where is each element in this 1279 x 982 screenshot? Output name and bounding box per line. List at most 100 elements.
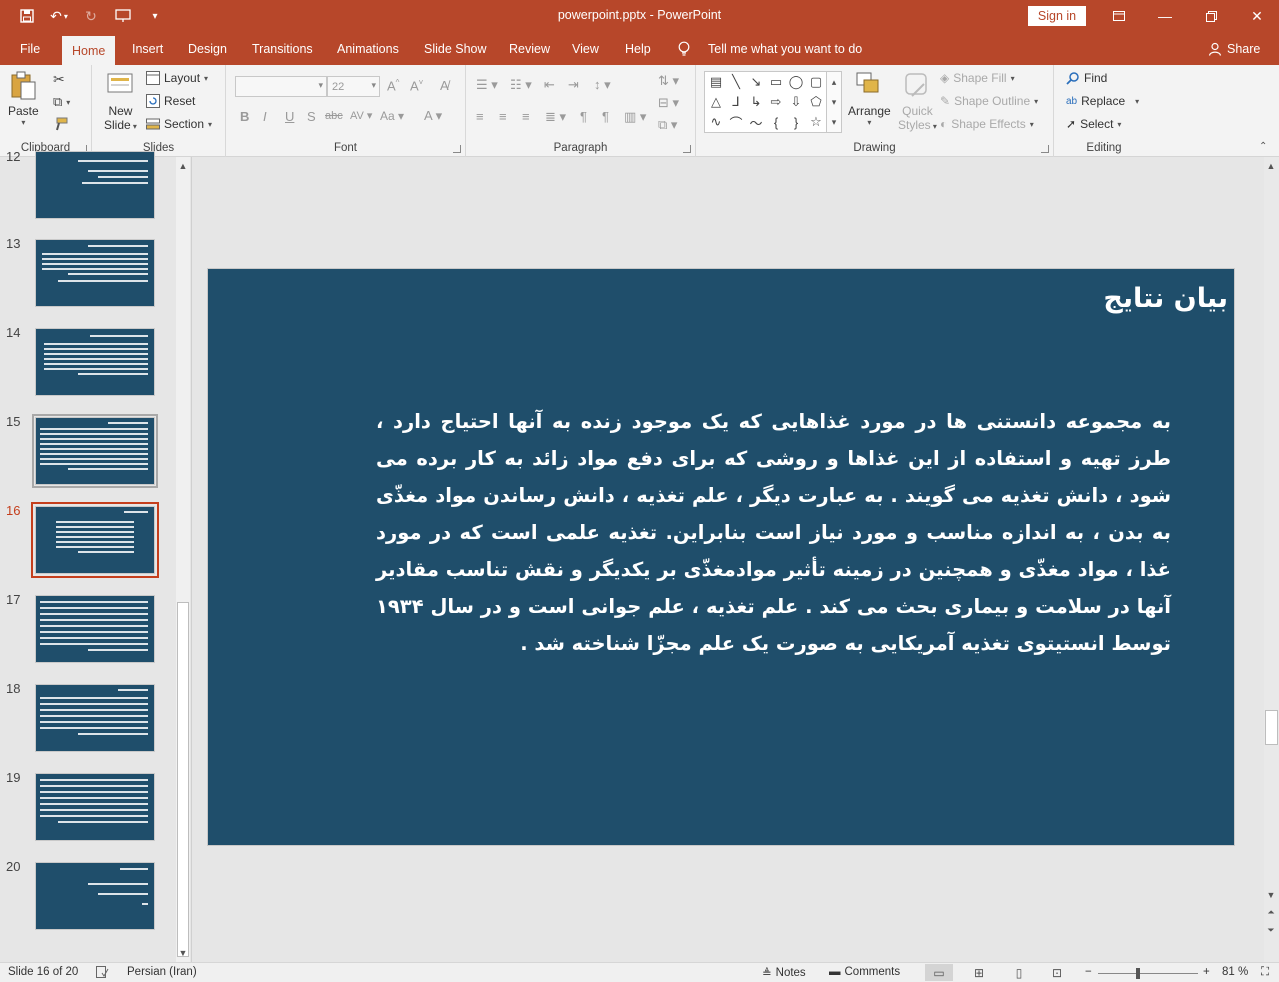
triangle-shape-icon[interactable]: △ [711, 94, 721, 110]
columns-icon[interactable]: ▥ ▾ [624, 109, 646, 125]
new-slide-button[interactable]: New Slide ▾ [104, 70, 137, 132]
close-icon[interactable]: ✕ [1234, 0, 1279, 32]
reset-button[interactable]: Reset [146, 94, 195, 108]
slideshow-view-icon[interactable]: ⊡ [1043, 964, 1071, 981]
elbow-arrow-shape-icon[interactable]: ↳ [751, 94, 762, 110]
spelling-icon[interactable] [96, 966, 109, 978]
notes-button[interactable]: ≜ Notes [762, 966, 806, 980]
change-case-icon[interactable]: Aa ▾ [380, 109, 404, 123]
freeform-shape-icon[interactable]: ⬠ [810, 94, 821, 110]
sign-in-button[interactable]: Sign in [1028, 6, 1086, 26]
slide-thumbnail-19[interactable] [35, 773, 155, 841]
elbow-connector-shape-icon[interactable]: ⅃ [732, 94, 739, 110]
slide-sorter-icon[interactable]: ⊞ [965, 964, 993, 981]
find-button[interactable]: Find [1066, 71, 1107, 85]
zoom-out-icon[interactable]: − [1085, 966, 1092, 978]
zoom-slider-handle[interactable] [1136, 968, 1140, 979]
curve-shape-icon[interactable]: ∿ [711, 114, 722, 130]
tab-review[interactable]: Review [509, 32, 550, 65]
quick-styles-button[interactable]: Quick Styles ▾ [898, 70, 937, 132]
tab-insert[interactable]: Insert [132, 32, 163, 65]
save-icon[interactable] [16, 6, 38, 26]
slide-thumbnail-16[interactable] [31, 502, 159, 578]
zoom-slider[interactable] [1098, 973, 1198, 974]
font-launcher-icon[interactable] [453, 145, 461, 153]
current-slide[interactable]: بیان نتایج به مجموعه دانستنی ها در مورد … [207, 268, 1235, 846]
font-size-dropdown[interactable]: 22 ▾ [327, 76, 380, 97]
line-spacing-icon[interactable]: ↕ ▾ [594, 77, 611, 93]
slide-thumbnail-12[interactable] [35, 151, 155, 219]
down-arrow-shape-icon[interactable]: ⇩ [791, 94, 802, 110]
numbering-icon[interactable]: ☷ ▾ [510, 77, 532, 93]
slide-thumbnail-15[interactable] [32, 414, 158, 488]
redo-icon[interactable]: ↻ [80, 6, 102, 26]
share-button[interactable]: Share [1208, 32, 1260, 65]
character-spacing-icon[interactable]: AV ▾ [350, 109, 372, 122]
shape-effects-button[interactable]: ◐ Shape Effects ▾ [940, 117, 1034, 131]
tab-help[interactable]: Help [625, 32, 651, 65]
rtl-icon[interactable]: ¶ [602, 109, 609, 124]
layout-button[interactable]: Layout ▾ [146, 71, 208, 85]
comments-button[interactable]: ▬ Comments [829, 966, 900, 978]
editor-scroll-thumb[interactable] [1265, 710, 1278, 745]
normal-view-icon[interactable]: ▭ [925, 964, 953, 981]
font-family-dropdown[interactable]: ▾ [235, 76, 327, 97]
shape-outline-button[interactable]: ✎ Shape Outline ▾ [940, 94, 1038, 108]
decrease-font-icon[interactable]: A˅ [410, 78, 423, 93]
slide-thumbnail-18[interactable] [35, 684, 155, 752]
line-shape-icon[interactable]: ╲ [732, 74, 740, 90]
restore-icon[interactable] [1188, 0, 1234, 32]
slide-title[interactable]: بیان نتایج [1103, 283, 1228, 314]
minimize-icon[interactable]: — [1142, 0, 1188, 32]
cut-button[interactable]: ✂ [53, 71, 65, 88]
left-brace-shape-icon[interactable]: { [774, 115, 778, 130]
tab-file[interactable]: File [20, 32, 40, 65]
justify-icon[interactable]: ≣ ▾ [545, 109, 566, 125]
increase-indent-icon[interactable]: ⇥ [568, 77, 579, 93]
textbox-shape-icon[interactable]: ▤ [710, 74, 722, 90]
fit-slide-icon[interactable]: ⛶ [1261, 966, 1269, 979]
zoom-in-icon[interactable]: + [1203, 966, 1210, 978]
undo-icon[interactable]: ↶ ▾ [48, 6, 70, 26]
rectangle-shape-icon[interactable]: ▭ [770, 74, 782, 90]
scroll-down-icon[interactable]: ▼ [1264, 890, 1278, 900]
align-left-icon[interactable]: ≡ [476, 109, 484, 124]
text-shadow-icon[interactable]: S [307, 109, 316, 124]
star-shape-icon[interactable]: ☆ [810, 114, 822, 130]
paragraph-launcher-icon[interactable] [683, 145, 691, 153]
previous-slide-icon[interactable]: ⏶ [1264, 907, 1278, 918]
tell-me-search[interactable]: Tell me what you want to do [678, 32, 862, 65]
zoom-level[interactable]: 81 % [1222, 966, 1248, 978]
start-from-beginning-icon[interactable] [112, 6, 134, 26]
align-text-icon[interactable]: ⊟ ▾ [658, 95, 679, 111]
align-right-icon[interactable]: ≡ [522, 109, 530, 124]
right-arrow-shape-icon[interactable]: ⇨ [771, 94, 782, 110]
language-indicator[interactable]: Persian (Iran) [127, 966, 197, 978]
editor-scrollbar[interactable]: ▲ ▼ ⏶ ⏷ [1264, 157, 1279, 962]
thumbnail-scrollbar[interactable]: ▲ ▼ [176, 157, 190, 962]
reading-view-icon[interactable]: ▯ [1005, 964, 1033, 981]
shapes-gallery-scroll[interactable]: ▴ ▾ ▾ [826, 71, 842, 133]
ltr-icon[interactable]: ¶ [580, 109, 587, 124]
slide-thumbnail-13[interactable] [35, 239, 155, 307]
bold-icon[interactable]: B [240, 109, 249, 124]
drawing-launcher-icon[interactable] [1041, 145, 1049, 153]
tab-design[interactable]: Design [188, 32, 227, 65]
arrow-line-shape-icon[interactable]: ↘ [751, 74, 762, 90]
underline-icon[interactable]: U [285, 109, 294, 124]
text-direction-icon[interactable]: ⇅ ▾ [658, 73, 679, 89]
paste-button[interactable]: Paste ▾ [8, 70, 39, 127]
format-painter-button[interactable] [53, 117, 69, 131]
slide-thumbnail-20[interactable] [35, 862, 155, 930]
select-button[interactable]: ➚ Select ▾ [1066, 117, 1121, 131]
tab-view[interactable]: View [572, 32, 599, 65]
oval-shape-icon[interactable]: ◯ [789, 74, 804, 90]
scroll-down-icon[interactable]: ▼ [176, 948, 190, 958]
increase-font-icon[interactable]: A^ [387, 78, 399, 93]
bullets-icon[interactable]: ☰ ▾ [476, 77, 498, 93]
tab-animations[interactable]: Animations [337, 32, 399, 65]
copy-button[interactable]: ⧉ ▾ [53, 94, 70, 110]
section-button[interactable]: Section ▾ [146, 117, 212, 131]
rounded-rect-shape-icon[interactable]: ▢ [810, 74, 822, 90]
decrease-indent-icon[interactable]: ⇤ [544, 77, 555, 93]
